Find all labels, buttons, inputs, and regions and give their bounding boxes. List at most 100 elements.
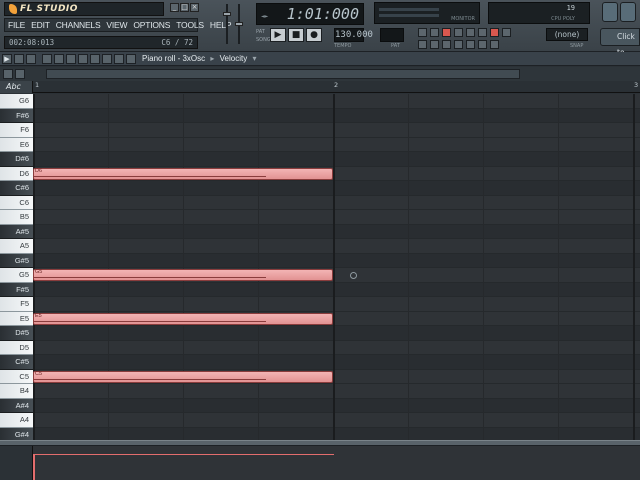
note-grid[interactable]: D6 G5 E5 C5 [33,94,640,440]
menu-edit[interactable]: EDIT [28,20,53,30]
slice-tool-icon[interactable] [90,53,100,64]
step-sequencer-icon[interactable] [430,40,439,49]
mute-tool-icon[interactable] [78,53,88,64]
note-label: D6 [35,167,43,174]
metronome-icon[interactable] [418,28,427,37]
velocity-event-pane[interactable] [33,446,640,480]
snap-icon[interactable] [14,53,24,64]
piano-key[interactable]: F5 [0,297,33,312]
piano-key[interactable]: A#4 [0,398,33,413]
grid-row [33,196,640,210]
piano-key[interactable]: F#5 [0,282,33,297]
pattern-mode-label: PAT [256,29,265,35]
scroll-row [0,67,640,81]
draw-tool-icon[interactable] [42,53,52,64]
magnet-icon[interactable] [26,53,36,64]
loop-record-icon[interactable] [478,28,487,37]
piano-key[interactable]: D5 [0,340,33,355]
options-menu-icon[interactable]: ▶ [2,53,12,64]
mouse-cursor-icon [350,272,357,279]
grid-row [33,108,640,123]
note[interactable]: E5 [33,312,333,325]
event-param-selector[interactable]: Velocity [220,54,248,63]
piano-key[interactable]: A4 [0,413,33,428]
window-buttons: _ □ × [170,3,199,12]
pattern-selector[interactable] [380,28,404,42]
time-ruler[interactable]: 1 2 3 [33,81,640,93]
note-velocity-line [34,277,267,278]
step-edit-icon[interactable] [454,28,463,37]
minimize-button[interactable]: _ [170,3,179,12]
browser-icon[interactable] [454,40,463,49]
stretch-button[interactable] [15,69,25,79]
multilink-icon[interactable] [490,28,499,37]
wait-input-icon[interactable] [430,28,439,37]
news-icon[interactable] [620,2,636,22]
record-blend-icon[interactable] [442,28,451,37]
note-velocity-line [34,320,267,322]
piano-key[interactable]: C6 [0,195,33,210]
typing-keyboard-icon[interactable] [466,28,475,37]
piano-key[interactable]: B4 [0,384,33,399]
piano-key[interactable]: G5 [0,268,33,283]
tempo-display[interactable]: 130.000 [334,28,373,42]
pattern-song-toggle[interactable]: PAT SONG [256,28,271,46]
horizontal-scrollbar[interactable] [46,69,520,79]
piano-key[interactable]: F#6 [0,108,33,123]
piano-key[interactable]: E5 [0,311,33,326]
play-button[interactable]: ▶ [270,28,286,42]
piano-key[interactable]: E6 [0,137,33,152]
menu-options[interactable]: OPTIONS [130,20,173,30]
note[interactable]: G5 [33,269,333,281]
bar-line [333,94,335,440]
piano-key[interactable]: G#4 [0,427,33,440]
note-names-toggle[interactable]: Abc [0,81,33,93]
master-pitch-slider[interactable] [235,22,243,26]
note[interactable]: D6 [33,167,333,180]
zoom-tool-icon[interactable] [114,53,124,64]
beat-line [558,94,559,440]
fruit-icon [9,4,17,14]
plugin-icon[interactable] [478,40,487,49]
piano-key[interactable]: C#6 [0,181,33,196]
maximize-button[interactable]: □ [180,3,189,12]
piano-key[interactable]: F6 [0,123,33,138]
record-button[interactable]: ● [306,28,322,42]
piano-key[interactable]: C5 [0,369,33,384]
close-button[interactable]: × [190,3,199,12]
piano-key[interactable]: A#5 [0,224,33,239]
online-icon[interactable] [602,2,618,22]
velocity-marker[interactable] [33,454,35,480]
project-icon[interactable] [490,40,499,49]
select-tool-icon[interactable] [102,53,112,64]
piano-key[interactable]: D6 [0,166,33,181]
midi-icon[interactable] [502,28,511,37]
snap-selector[interactable]: (none) [546,28,588,41]
piano-key[interactable]: A5 [0,239,33,254]
right-panel-buttons [602,2,636,22]
menu-channels[interactable]: CHANNELS [53,20,104,30]
stop-button[interactable]: ■ [288,28,304,42]
piano-key[interactable]: B5 [0,210,33,225]
beat-line [258,94,259,440]
piano-roll-icon[interactable] [442,40,451,49]
piano-key[interactable]: C#5 [0,355,33,370]
playlist-icon[interactable] [418,40,427,49]
piano-key[interactable]: G6 [0,94,33,109]
piano-key[interactable]: G#5 [0,253,33,268]
paint-tool-icon[interactable] [54,53,64,64]
online-news-button[interactable]: Click to [600,28,640,57]
piano-key[interactable]: D#6 [0,152,33,167]
menu-view[interactable]: VIEW [103,20,130,30]
note-velocity-line [34,378,267,380]
zoom-button[interactable] [3,69,13,79]
master-volume-slider[interactable] [223,12,231,16]
delete-tool-icon[interactable] [66,53,76,64]
mixer-icon[interactable] [466,40,475,49]
menu-file[interactable]: FILE [5,20,28,30]
menu-tools[interactable]: TOOLS [173,20,207,30]
note[interactable]: C5 [33,370,333,383]
playback-tool-icon[interactable] [126,53,136,64]
piano-key[interactable]: D#5 [0,326,33,341]
grid-row [33,123,640,138]
